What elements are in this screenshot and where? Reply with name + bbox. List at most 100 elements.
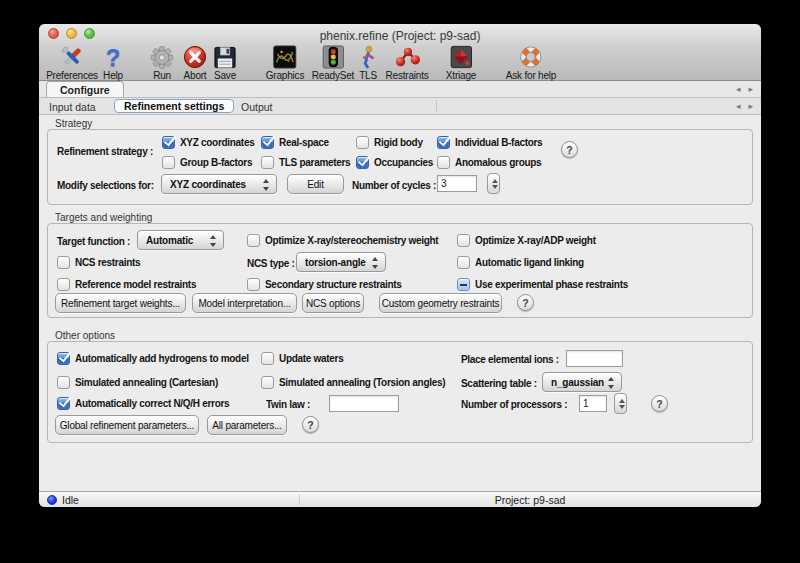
save-floppy-icon <box>214 46 237 69</box>
checkbox-box <box>247 278 260 291</box>
number-of-processors-field[interactable]: 1 <box>579 395 607 412</box>
toolbar-label: Run <box>151 70 174 81</box>
checkbox-occupancies[interactable]: Occupancies <box>356 155 433 169</box>
ncs-options-button[interactable]: NCS options <box>302 293 364 313</box>
checkbox-group-b-factors[interactable]: Group B-factors <box>162 155 252 169</box>
tab-scroll-right-icon[interactable]: ▸ <box>748 101 753 111</box>
checkbox-box <box>57 352 70 365</box>
checkbox-use-experimental-phase-restraints[interactable]: Use experimental phase restraints <box>457 277 628 291</box>
edit-button[interactable]: Edit <box>287 174 344 194</box>
target-function-label: Target function : <box>57 236 130 247</box>
checkbox-box <box>162 136 175 149</box>
toolbar-button-tls[interactable]: TLS <box>359 46 378 81</box>
dropdown-arrows-icon <box>210 235 217 247</box>
scattering-table-label: Scattering table : <box>461 378 537 389</box>
toolbar-button-xtriage[interactable]: Xtriage <box>446 46 476 81</box>
scattering-table-dropdown[interactable]: n_gaussian <box>542 372 622 392</box>
xtriage-crystal-icon <box>446 46 476 69</box>
toolbar-label: Abort <box>183 70 207 81</box>
checkbox-automatically-correct-nqh[interactable]: Automatically correct N/Q/H errors <box>57 396 229 410</box>
toolbar-button-abort[interactable]: Abort <box>183 46 207 81</box>
toolbar-button-save[interactable]: Save <box>214 46 237 81</box>
toolbar-button-readyset[interactable]: ReadySet <box>312 46 354 81</box>
help-question-icon: ? <box>103 46 123 69</box>
checkbox-update-waters[interactable]: Update waters <box>261 351 343 365</box>
processors-help-button[interactable]: ? <box>651 395 668 412</box>
tab-scroll-right-icon[interactable]: ▸ <box>748 84 753 94</box>
checkbox-box <box>57 256 70 269</box>
abort-stop-icon <box>183 46 207 69</box>
tab-refinement-settings[interactable]: Refinement settings <box>114 99 234 113</box>
checkbox-optimize-xray-adp[interactable]: Optimize X-ray/ADP weight <box>457 233 596 247</box>
checkbox-box <box>457 256 470 269</box>
toolbar-label: ReadySet <box>312 70 354 81</box>
checkbox-anomalous-groups[interactable]: Anomalous groups <box>437 155 541 169</box>
modify-selections-dropdown[interactable]: XYZ coordinates <box>161 174 277 194</box>
tab-scroll-arrows: ◂ ▸ <box>736 81 753 97</box>
dropdown-value: torsion-angle <box>305 257 366 268</box>
checkbox-box <box>261 136 274 149</box>
desktop-background: phenix.refine (Project: p9-sad) Preferen… <box>0 0 800 563</box>
molecule-icon <box>385 46 428 69</box>
life-ring-icon <box>506 46 556 69</box>
dropdown-arrows-icon <box>372 257 379 269</box>
target-function-dropdown[interactable]: Automatic <box>137 230 224 250</box>
title-bar[interactable]: phenix.refine (Project: p9-sad) <box>39 24 761 46</box>
checkbox-rigid-body[interactable]: Rigid body <box>356 135 423 149</box>
checkbox-optimize-xray-stereochemistry[interactable]: Optimize X-ray/stereochemistry weight <box>247 233 438 247</box>
tab-output[interactable]: Output <box>241 101 273 113</box>
toolbar-button-preferences[interactable]: Preferences <box>46 46 98 81</box>
ncs-type-dropdown[interactable]: torsion-angle <box>296 252 386 272</box>
checkbox-box <box>162 156 175 169</box>
checkbox-box <box>437 156 450 169</box>
targets-help-button[interactable]: ? <box>517 294 534 311</box>
number-of-processors-stepper[interactable] <box>614 393 627 414</box>
toolbar-button-restraints[interactable]: Restraints <box>385 46 428 81</box>
all-parameters-button[interactable]: All parameters... <box>207 415 287 435</box>
toolbar-button-run[interactable]: Run <box>151 46 174 81</box>
twin-law-field[interactable] <box>329 395 399 412</box>
other-help-button[interactable]: ? <box>302 416 319 433</box>
toolbar-label: Restraints <box>385 70 428 81</box>
toolbar-button-graphics[interactable]: Graphics <box>266 46 304 81</box>
modify-selections-label: Modify selections for: <box>57 180 154 191</box>
checkbox-simulated-annealing-cartesian[interactable]: Simulated annealing (Cartesian) <box>57 375 218 389</box>
tab-input-data[interactable]: Input data <box>49 101 96 113</box>
strategy-help-button[interactable]: ? <box>561 141 578 158</box>
project-label: Project: p9-sad <box>299 494 761 506</box>
checkbox-automatic-ligand-linking[interactable]: Automatic ligand linking <box>457 255 584 269</box>
checkbox-box <box>261 376 274 389</box>
place-elemental-ions-label: Place elemental ions : <box>461 354 559 365</box>
checkbox-xyz-coordinates[interactable]: XYZ coordinates <box>162 135 254 149</box>
checkbox-reference-model-restraints[interactable]: Reference model restraints <box>57 277 196 291</box>
checkbox-simulated-annealing-torsion[interactable]: Simulated annealing (Torsion angles) <box>261 375 445 389</box>
model-interpretation-button[interactable]: Model interpretation... <box>192 293 297 313</box>
toolbar-button-help[interactable]: ? Help <box>103 46 123 81</box>
global-refinement-parameters-button[interactable]: Global refinement parameters... <box>55 415 199 435</box>
toolbar-button-ask-for-help[interactable]: Ask for help <box>506 46 556 81</box>
checkbox-box <box>57 376 70 389</box>
checkbox-ncs-restraints[interactable]: NCS restraints <box>57 255 140 269</box>
notebook-tabbar: Configure ◂ ▸ <box>39 81 761 98</box>
toolbar-label: Save <box>214 70 237 81</box>
group-label-targets: Targets and weighting <box>55 212 152 223</box>
toolbar-label: Graphics <box>266 70 304 81</box>
checkbox-individual-b-factors[interactable]: Individual B-factors <box>437 135 542 149</box>
place-elemental-ions-field[interactable] <box>566 350 623 367</box>
number-of-cycles-field[interactable]: 3 <box>437 175 477 192</box>
dropdown-arrows-icon <box>263 179 270 191</box>
toolbar: Preferences ? Help Run <box>39 46 761 81</box>
number-of-cycles-stepper[interactable] <box>487 173 500 194</box>
checkbox-real-space[interactable]: Real-space <box>261 135 329 149</box>
tab-configure[interactable]: Configure <box>46 81 124 97</box>
checkbox-box <box>261 352 274 365</box>
checkbox-automatically-add-hydrogens[interactable]: Automatically add hydrogens to model <box>57 351 249 365</box>
refinement-target-weights-button[interactable]: Refinement target weights... <box>55 293 186 313</box>
custom-geometry-restraints-button[interactable]: Custom geometry restraints <box>379 293 502 313</box>
tab-scroll-left-icon[interactable]: ◂ <box>736 84 741 94</box>
checkbox-tls-parameters[interactable]: TLS parameters <box>261 155 350 169</box>
checkbox-secondary-structure-restraints[interactable]: Secondary structure restraints <box>247 277 402 291</box>
traffic-light-icon <box>312 46 354 69</box>
toolbar-label: Xtriage <box>446 70 476 81</box>
tab-scroll-left-icon[interactable]: ◂ <box>736 101 741 111</box>
